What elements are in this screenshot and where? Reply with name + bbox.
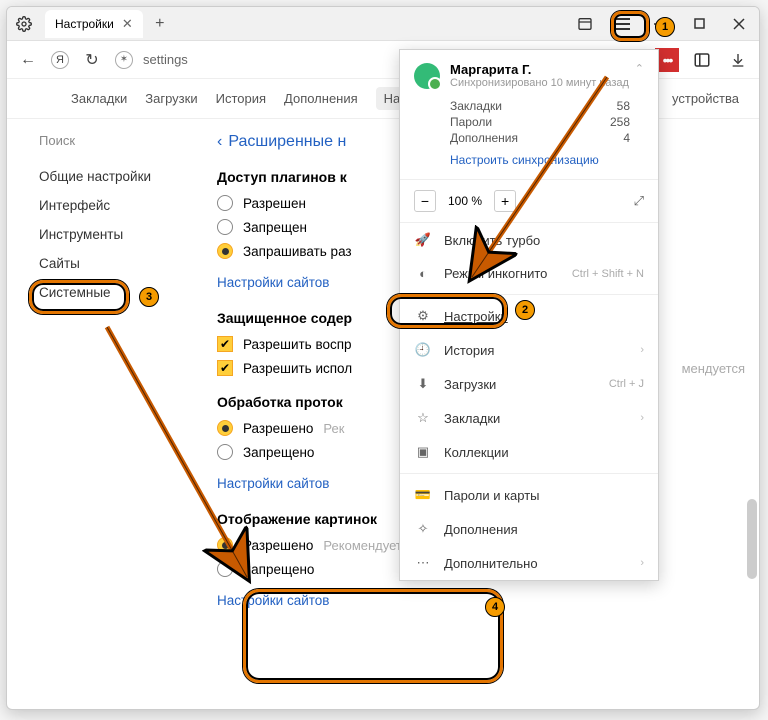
sidebar-item-tools[interactable]: Инструменты <box>27 220 207 249</box>
incognito-icon: ◐ <box>414 266 432 281</box>
zoom-value: 100 % <box>442 194 488 208</box>
fullscreen-icon[interactable]: ⤢ <box>634 193 644 209</box>
gear-icon: ⚙ <box>414 308 432 324</box>
configure-sync-link[interactable]: Настроить синхронизацию <box>450 153 599 167</box>
collection-icon: ▣ <box>414 444 432 460</box>
site-settings-link-1[interactable]: Настройки сайтов <box>217 275 329 290</box>
more-icon: ⋯ <box>414 555 432 571</box>
tab-title: Настройки <box>55 17 114 31</box>
app-gear-icon[interactable] <box>7 7 41 41</box>
avatar <box>414 63 440 89</box>
star-icon: ☆ <box>414 410 432 426</box>
checkbox-icon: ✔ <box>217 360 233 376</box>
menu-more[interactable]: ⋯Дополнительно› <box>400 546 658 580</box>
annotation-badge-1: 1 <box>655 17 675 37</box>
chevron-up-icon[interactable]: ⌃ <box>635 62 644 75</box>
separator <box>400 473 658 474</box>
radio-icon <box>217 219 233 235</box>
new-tab-button[interactable]: + <box>147 11 173 37</box>
radio-icon <box>217 537 233 553</box>
nav-devices[interactable]: устройства <box>672 91 759 106</box>
chevron-right-icon: › <box>640 344 644 356</box>
settings-sidebar: Поиск Общие настройки Интерфейс Инструме… <box>7 119 207 709</box>
checkbox-icon: ✔ <box>217 336 233 352</box>
main-menu-button[interactable] <box>605 10 639 38</box>
download-icon: ⬇ <box>414 376 432 392</box>
downloads-icon[interactable] <box>725 47 751 73</box>
yandex-home-icon[interactable]: Я <box>51 51 69 69</box>
radio-icon <box>217 195 233 211</box>
separator <box>400 294 658 295</box>
chevron-right-icon: › <box>640 557 644 569</box>
sidebar-toggle-icon[interactable] <box>689 47 715 73</box>
radio-icon <box>217 444 233 460</box>
menu-passwords[interactable]: 💳Пароли и карты <box>400 478 658 512</box>
maximize-button[interactable] <box>679 7 719 41</box>
menu-user-section[interactable]: Маргарита Г. Синхронизировано 10 минут н… <box>400 50 658 180</box>
sidebar-item-interface[interactable]: Интерфейс <box>27 191 207 220</box>
puzzle-icon: ✧ <box>414 521 432 537</box>
sync-stats: Закладки58 Пароли258 Дополнения4 <box>450 99 644 145</box>
user-name: Маргарита Г. <box>450 62 629 77</box>
annotation-badge-3: 3 <box>139 287 159 307</box>
chevron-right-icon: › <box>640 412 644 424</box>
radio-icon <box>217 420 233 436</box>
close-window-button[interactable] <box>719 7 759 41</box>
zoom-controls: − 100 % + ⤢ <box>400 180 658 223</box>
tab-settings[interactable]: Настройки ✕ <box>45 10 143 38</box>
sidebar-item-sites[interactable]: Сайты <box>27 249 207 278</box>
menu-incognito[interactable]: ◐Режим инкогнитоCtrl + Shift + N <box>400 257 658 290</box>
address-text: settings <box>143 52 188 67</box>
nav-downloads[interactable]: Загрузки <box>145 91 197 106</box>
menu-collections[interactable]: ▣Коллекции <box>400 435 658 469</box>
sidebar-item-system[interactable]: Системные <box>27 278 207 307</box>
nav-history[interactable]: История <box>216 91 266 106</box>
scrollbar-thumb[interactable] <box>747 499 757 579</box>
browser-window: Настройки ✕ + ← Я ↻ ✶ settings Настройки… <box>6 6 760 710</box>
menu-turbo[interactable]: 🚀Включить турбо <box>400 223 658 257</box>
menu-history[interactable]: 🕘История› <box>400 333 658 367</box>
site-settings-link-2[interactable]: Настройки сайтов <box>217 476 329 491</box>
annotation-badge-4: 4 <box>485 597 505 617</box>
reload-button[interactable]: ↻ <box>79 47 105 73</box>
close-tab-icon[interactable]: ✕ <box>122 16 133 32</box>
nav-addons[interactable]: Дополнения <box>284 91 358 106</box>
zoom-in-button[interactable]: + <box>494 190 516 212</box>
sidebar-item-general[interactable]: Общие настройки <box>27 162 207 191</box>
card-icon: 💳 <box>414 487 432 503</box>
site-settings-link-3[interactable]: Настройки сайтов <box>217 593 329 608</box>
menu-addons[interactable]: ✧Дополнения <box>400 512 658 546</box>
nav-bookmarks[interactable]: Закладки <box>71 91 127 106</box>
radio-icon <box>217 561 233 577</box>
clock-icon: 🕘 <box>414 342 432 358</box>
zoom-out-button[interactable]: − <box>414 190 436 212</box>
menu-bookmarks[interactable]: ☆Закладки› <box>400 401 658 435</box>
chevron-left-icon: ‹ <box>217 133 222 151</box>
sidebar-search[interactable]: Поиск <box>27 133 207 148</box>
user-sync-status: Синхронизировано 10 минут назад <box>450 77 629 89</box>
back-button[interactable]: ← <box>15 47 41 73</box>
panel-icon[interactable] <box>565 7 605 41</box>
tab-bar: Настройки ✕ + <box>7 7 759 41</box>
rocket-icon: 🚀 <box>414 232 432 248</box>
radio-icon <box>217 243 233 259</box>
menu-downloads[interactable]: ⬇ЗагрузкиCtrl + J <box>400 367 658 401</box>
site-icon: ✶ <box>115 51 133 69</box>
annotation-badge-2: 2 <box>515 300 535 320</box>
